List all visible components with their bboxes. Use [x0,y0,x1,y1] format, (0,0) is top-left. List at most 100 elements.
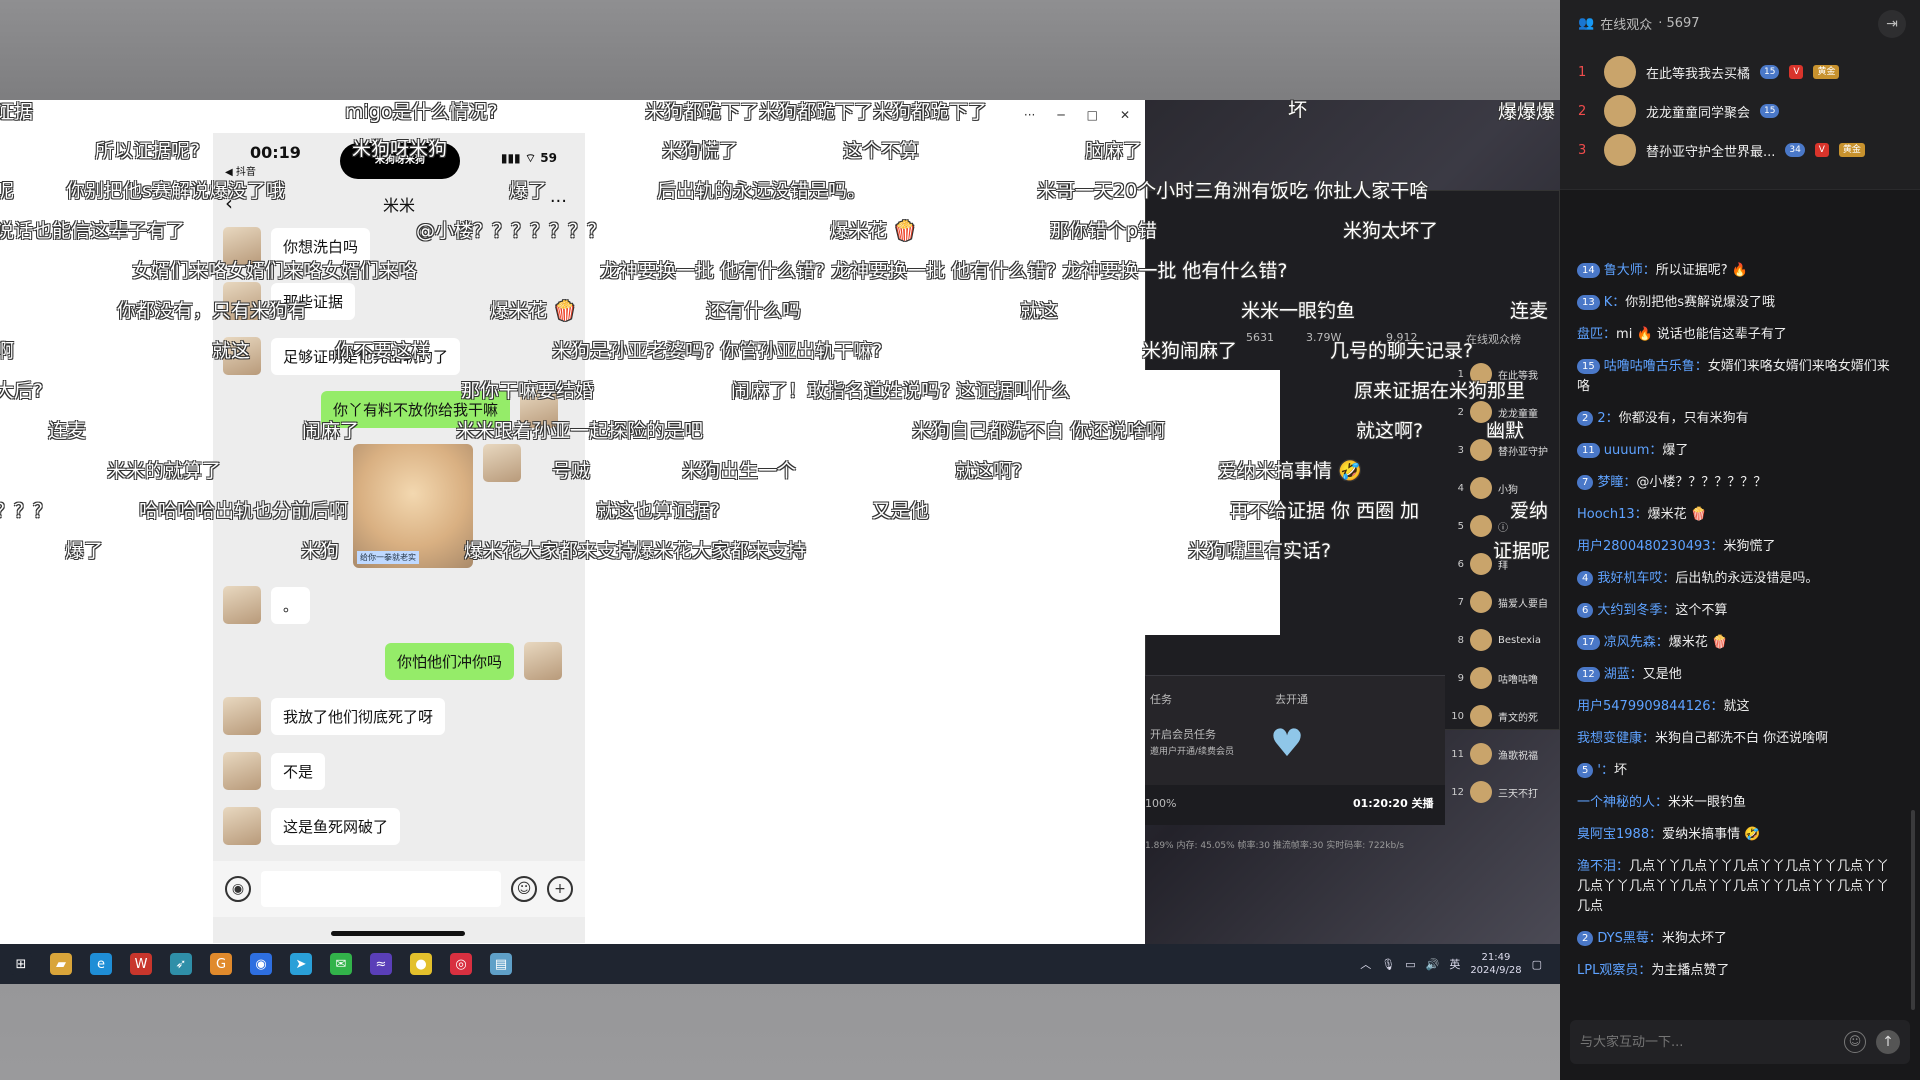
chat-username[interactable]: uuuum [1604,443,1650,458]
edge-browser-icon[interactable]: e [90,953,112,975]
phone-back-app: ◀ 抖音 [225,167,256,178]
verified-badge: V [1814,143,1829,157]
chat-username[interactable]: 梦瞳 [1597,475,1623,490]
mini-name: 小狗 [1498,484,1518,496]
chat-username[interactable]: 鲁大师 [1604,263,1643,278]
chat-username[interactable]: 用户5479909844126 [1577,699,1711,714]
chat-username[interactable]: 盘匹 [1577,327,1603,342]
level-badge: 15 [1577,359,1600,374]
chat-text: 爆了 [1662,443,1689,458]
chat-username[interactable]: 凉风先森 [1604,635,1656,650]
volume-icon: 🔊 [1425,957,1440,971]
chat-message: 7 梦瞳：@小楼？？？？？？？ [1560,467,1910,499]
chat-message: 15 咕噜咕噜古乐鲁：女婿们来咯女婿们来咯女婿们来咯 [1560,351,1910,403]
mini-name: 龙龙童童 [1498,408,1538,420]
audience-row[interactable]: 1 在此等我我去买橘 15 V 黄金 [1578,52,1908,92]
mini-audience-row: 12 三天不打 [1450,773,1560,811]
mini-rank: 7 [1457,596,1464,608]
audience-name: 替孙亚守护全世界最... [1646,144,1776,160]
level-badge: 4 [1577,571,1594,586]
app-icon-g[interactable]: G [210,953,232,975]
level-badge: 6 [1577,603,1594,618]
app-icon-shield[interactable]: ◉ [250,953,272,975]
mini-rank: 11 [1451,748,1464,760]
chat-username[interactable]: 湖蓝 [1604,667,1630,682]
mini-audience-row: 2 龙龙童童 [1450,393,1560,431]
mini-audience-row: 9 咕噜咕噜 [1450,659,1560,697]
chat-input[interactable] [1580,1034,1844,1050]
chat-username[interactable]: 大约到冬季 [1597,603,1662,618]
chat-username[interactable]: Hooch13 [1577,507,1635,522]
avatar [1470,477,1492,499]
chat-username[interactable]: 咕噜咕噜古乐鲁 [1604,359,1695,374]
window-maximize-button[interactable]: □ [1087,108,1098,122]
chat-username[interactable]: 臭阿宝1988 [1577,827,1649,842]
chat-text: 坏 [1613,763,1627,778]
chat-username[interactable]: 我想变健康 [1577,731,1642,746]
chat-username[interactable]: 我好机车哎 [1597,571,1662,586]
chat-text: 所以证据呢? 🔥 [1655,263,1748,278]
chat-text: 爱纳米搞事情 🤣 [1662,827,1761,842]
chat-message: 我想变健康：米狗自己都洗不白 你还说啥啊 [1560,723,1910,755]
dynamic-island: 米狗呀米狗 [340,143,460,179]
level-badge: 2 [1577,411,1594,426]
app-icon-yellow[interactable]: ● [410,953,432,975]
chat-username[interactable]: 2 [1597,411,1605,426]
mini-audience-row: 3 替孙亚守护 [1450,431,1560,469]
heart-icon: ♥ [1270,721,1305,765]
chat-message: 14 鲁大师：所以证据呢? 🔥 [1560,255,1910,287]
chat-username[interactable]: LPL观察员 [1577,963,1638,978]
send-button[interactable]: ↑ [1876,1030,1900,1054]
chat-more-icon: ··· [549,191,567,212]
audience-rank: 3 [1578,142,1587,158]
phone-chat-input-bar: ◉ ☺ + [213,861,585,917]
chat-message: 盘匹：mi 🔥 说话也能信这辈子有了 [1560,319,1910,351]
app-icon-wave[interactable]: ≈ [370,953,392,975]
avatar [223,227,261,265]
app-icon-doc[interactable]: ▤ [490,953,512,975]
mini-rank: 8 [1457,634,1464,646]
chat-message: 用户5479909844126：就这 [1560,691,1910,723]
wechat-icon[interactable]: ✉ [330,953,352,975]
mini-rank: 1 [1457,368,1464,380]
avatar [223,337,261,375]
mini-audience-row: 10 青文的死 [1450,697,1560,735]
collapse-panel-button[interactable]: ⇥ [1878,10,1906,38]
home-indicator [331,931,465,936]
window-close-button[interactable]: ✕ [1120,108,1130,122]
emoji-button[interactable]: ☺ [1844,1031,1866,1053]
file-explorer-icon[interactable]: ▰ [50,953,72,975]
mini-audience-row: 11 渔歌祝福 [1450,735,1560,773]
windows-start-icon[interactable]: ⊞ [10,953,32,975]
mini-rank: 12 [1451,786,1464,798]
chat-scrollbar[interactable] [1911,810,1915,1010]
phone-message-field [261,871,501,907]
avatar [223,697,261,735]
chat-username[interactable]: K [1604,295,1613,310]
window-minimize-button[interactable]: ─ [1057,108,1064,122]
chat-username[interactable]: 一个神秘的人 [1577,795,1655,810]
live-timer: 01:20:20 关播 [1353,797,1434,810]
wps-icon[interactable]: W [130,953,152,975]
mini-name: 替孙亚守护 [1498,446,1548,458]
message-bubble: 这是鱼死网破了 [271,807,401,845]
chat-username[interactable]: 用户2800480230493 [1577,539,1711,554]
audience-row[interactable]: 2 龙龙童童同学聚会 15 [1578,91,1908,131]
chat-message: 你想洗白吗 [223,227,371,265]
chat-separator: ： [1642,263,1656,278]
window-more-button[interactable]: ··· [1024,108,1035,122]
telegram-icon[interactable]: ➤ [290,953,312,975]
chat-username[interactable]: DYS黑莓 [1597,931,1649,946]
chat-text: @小楼？？？？？？？ [1636,475,1767,490]
chat-message: 不是 [223,752,326,790]
level-badge: 2 [1577,931,1594,946]
notification-icon: ▢ [1531,957,1542,971]
window-titlebar: ··· ─ □ ✕ [215,100,1145,130]
chat-message: 2 2：你都没有，只有米狗有 [1560,403,1910,435]
chat-separator: ： [1648,931,1662,946]
app-icon-red[interactable]: ◎ [450,953,472,975]
audience-row[interactable]: 3 替孙亚守护全世界最... 34 V 黄金 [1578,130,1908,170]
chat-username[interactable]: 渔不泪 [1577,859,1616,874]
app-icon-bird[interactable]: ➶ [170,953,192,975]
chat-text: 就这 [1723,699,1750,714]
